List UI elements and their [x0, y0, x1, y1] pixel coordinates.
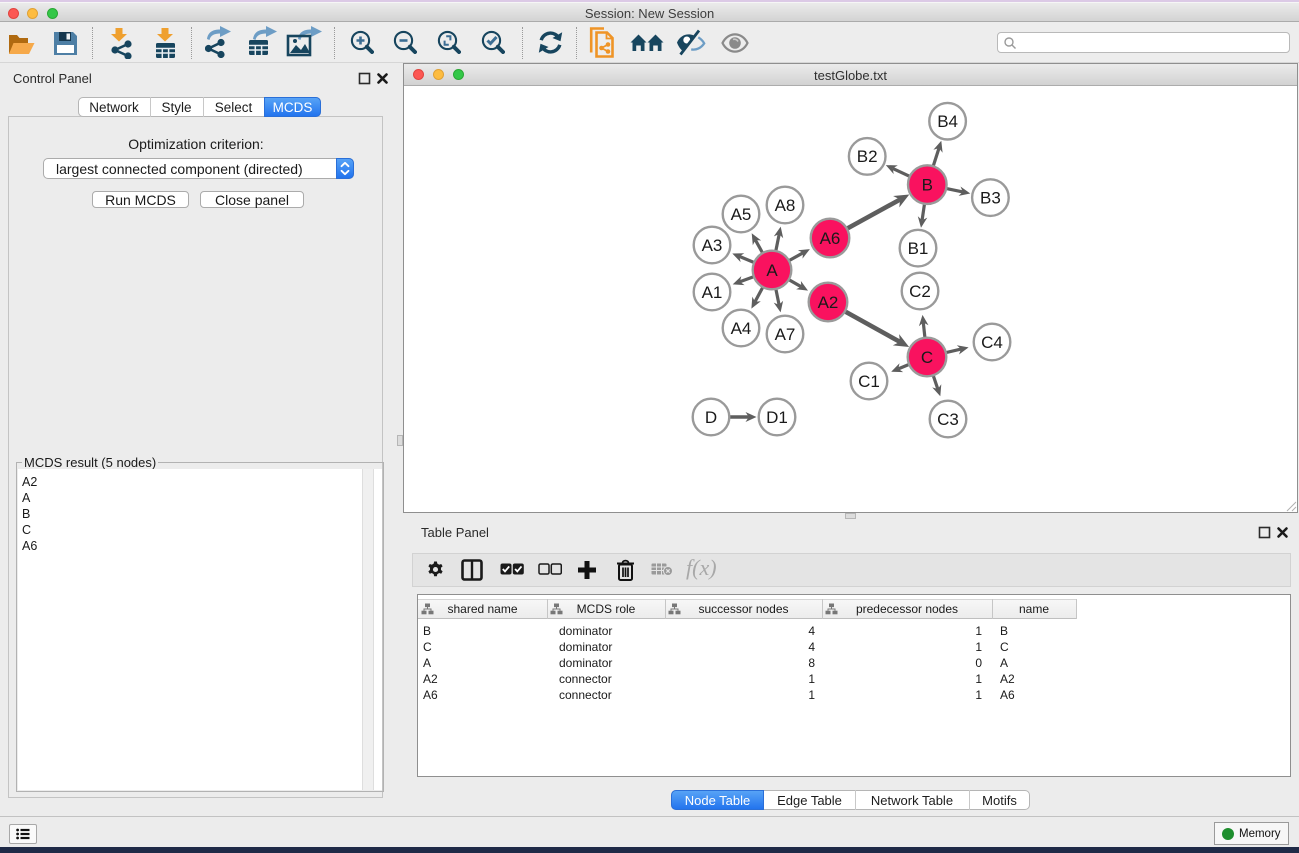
svg-text:A5: A5 [731, 205, 752, 224]
svg-text:D1: D1 [766, 408, 788, 427]
svg-text:C3: C3 [937, 410, 959, 429]
svg-text:B3: B3 [980, 188, 1001, 207]
svg-text:A2: A2 [818, 293, 839, 312]
svg-text:A8: A8 [775, 196, 796, 215]
svg-text:A3: A3 [702, 236, 723, 255]
svg-text:C1: C1 [858, 372, 880, 391]
svg-text:A4: A4 [731, 319, 752, 338]
svg-text:A6: A6 [820, 229, 841, 248]
svg-text:C: C [921, 348, 933, 367]
svg-text:B2: B2 [857, 147, 878, 166]
svg-text:B4: B4 [937, 112, 958, 131]
svg-text:A: A [766, 261, 778, 280]
svg-text:A1: A1 [702, 283, 723, 302]
svg-text:B: B [922, 175, 933, 194]
svg-text:A7: A7 [775, 325, 796, 344]
svg-text:D: D [705, 408, 717, 427]
svg-text:C4: C4 [981, 333, 1003, 352]
svg-text:C2: C2 [909, 282, 931, 301]
svg-text:B1: B1 [908, 239, 929, 258]
